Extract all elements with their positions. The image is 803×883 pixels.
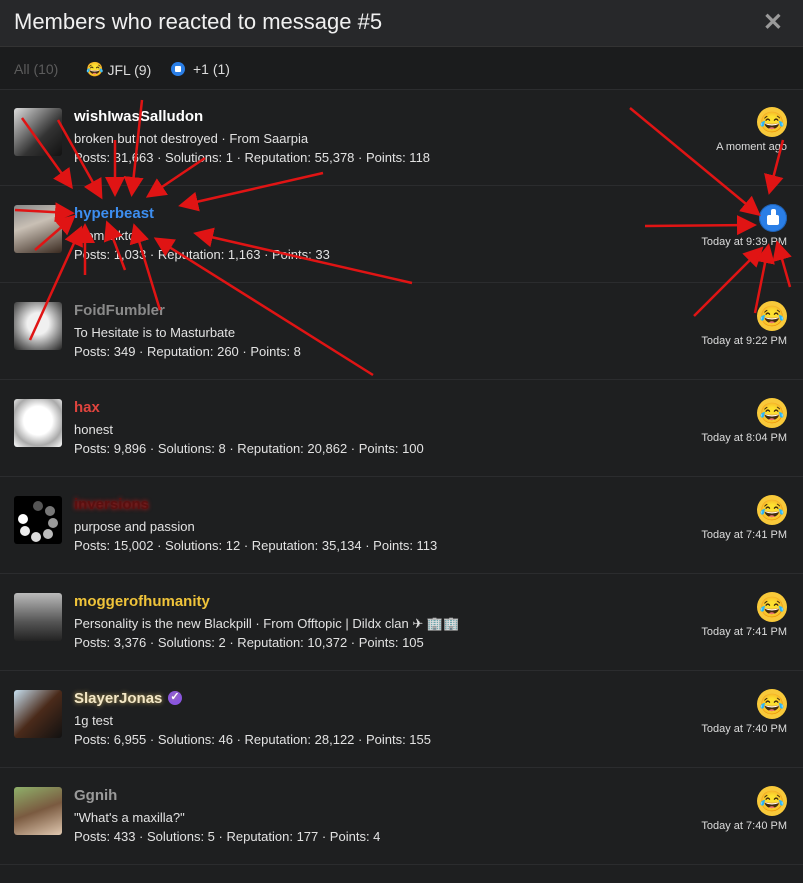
list-item: wishIwasSalludon broken but not destroye…: [0, 89, 803, 186]
user-stats: Posts: 1,033 · Reputation: 1,163 · Point…: [74, 247, 330, 262]
reaction: 😂 Today at 7:41 PM: [701, 592, 787, 638]
avatar[interactable]: [14, 399, 62, 447]
avatar[interactable]: [14, 302, 62, 350]
reaction-time: Today at 7:40 PM: [701, 723, 787, 735]
joy-emoji-icon: 😂: [86, 61, 104, 77]
username-link[interactable]: SlayerJonas: [74, 690, 183, 707]
reaction-time: Today at 7:41 PM: [701, 626, 787, 638]
list-item: hyperbeast From Tiktok Posts: 1,033 · Re…: [0, 186, 803, 283]
reaction: 😂 Today at 8:04 PM: [701, 398, 787, 444]
reaction: 😂 Today at 7:40 PM: [701, 689, 787, 735]
user-tagline: From Tiktok: [74, 228, 142, 243]
tab-jfl-label: JFL (9): [107, 61, 152, 78]
reaction-time: Today at 8:04 PM: [701, 432, 787, 444]
user-stats: Posts: 31,663 · Solutions: 1 · Reputatio…: [74, 150, 431, 165]
avatar[interactable]: [14, 690, 62, 738]
joy-emoji-icon: 😂: [757, 689, 787, 719]
user-tagline: Personality is the new Blackpill · From …: [74, 616, 460, 631]
dialog-header: Members who reacted to message #5 ✕: [0, 0, 803, 47]
reaction: Today at 9:39 PM: [701, 204, 787, 248]
tab-plus-one-label: +1 (1): [193, 61, 230, 77]
reaction: 😂 Today at 9:22 PM: [701, 301, 787, 347]
avatar[interactable]: [14, 108, 62, 156]
list-item: Ggnih "What's a maxilla?" Posts: 433 · S…: [0, 768, 803, 865]
user-tagline: purpose and passion: [74, 519, 195, 534]
tab-all[interactable]: All (10): [14, 61, 58, 77]
username-link[interactable]: inversions: [74, 496, 149, 513]
avatar[interactable]: [14, 496, 62, 544]
reaction-time: Today at 9:22 PM: [701, 335, 787, 347]
list-item: moggerofhumanity Personality is the new …: [0, 574, 803, 671]
user-tagline: 1g test: [74, 713, 114, 728]
user-tagline: To Hesitate is to Masturbate: [74, 325, 236, 340]
avatar[interactable]: [14, 787, 62, 835]
reaction-time: Today at 7:40 PM: [701, 820, 787, 832]
reaction: 😂 Today at 7:40 PM: [701, 786, 787, 832]
user-stats: Posts: 9,896 · Solutions: 8 · Reputation…: [74, 441, 424, 456]
user-stats: Posts: 3,376 · Solutions: 2 · Reputation…: [74, 635, 424, 650]
reaction-time: A moment ago: [716, 141, 787, 153]
username-link[interactable]: wishIwasSalludon: [74, 108, 203, 125]
reaction-time: Today at 9:39 PM: [701, 236, 787, 248]
avatar[interactable]: [14, 593, 62, 641]
dialog-title: Members who reacted to message #5: [14, 9, 383, 34]
username-link[interactable]: FoidFumbler: [74, 302, 165, 319]
user-stats: Posts: 433 · Solutions: 5 · Reputation: …: [74, 829, 381, 844]
reaction: 😂 A moment ago: [716, 107, 787, 153]
reaction-tabs: All (10) 😂 JFL (9) +1 (1): [0, 47, 803, 90]
loading-dots-icon: [18, 501, 58, 542]
member-list: wishIwasSalludon broken but not destroye…: [0, 89, 803, 865]
tab-jfl[interactable]: 😂 JFL (9): [86, 61, 151, 78]
thumbs-up-icon: [171, 62, 185, 76]
joy-emoji-icon: 😂: [757, 495, 787, 525]
joy-emoji-icon: 😂: [757, 592, 787, 622]
username-link[interactable]: hax: [74, 399, 100, 416]
user-tagline: broken but not destroyed · From Saarpia: [74, 131, 309, 146]
list-item: SlayerJonas 1g test Posts: 6,955 · Solut…: [0, 671, 803, 768]
list-item: inversions purpose and passion Posts: 15…: [0, 477, 803, 574]
username-link[interactable]: moggerofhumanity: [74, 593, 210, 610]
user-tagline: "What's a maxilla?": [74, 810, 185, 825]
user-stats: Posts: 6,955 · Solutions: 46 · Reputatio…: [74, 732, 431, 747]
verified-badge-icon: [168, 690, 183, 705]
reaction-time: Today at 7:41 PM: [701, 529, 787, 541]
username-link[interactable]: hyperbeast: [74, 205, 154, 222]
joy-emoji-icon: 😂: [757, 301, 787, 331]
user-stats: Posts: 15,002 · Solutions: 12 · Reputati…: [74, 538, 438, 553]
close-icon[interactable]: ✕: [763, 8, 783, 37]
avatar[interactable]: [14, 205, 62, 253]
joy-emoji-icon: 😂: [757, 786, 787, 816]
list-item: FoidFumbler To Hesitate is to Masturbate…: [0, 283, 803, 380]
thumbs-up-icon: [759, 204, 787, 232]
user-stats: Posts: 349 · Reputation: 260 · Points: 8: [74, 344, 301, 359]
username-link[interactable]: Ggnih: [74, 787, 117, 804]
username-text: SlayerJonas: [74, 690, 163, 707]
reaction: 😂 Today at 7:41 PM: [701, 495, 787, 541]
joy-emoji-icon: 😂: [757, 398, 787, 428]
tab-plus-one[interactable]: +1 (1): [171, 61, 230, 77]
list-item: hax honest Posts: 9,896 · Solutions: 8 ·…: [0, 380, 803, 477]
tab-all-label: All (10): [14, 61, 59, 77]
joy-emoji-icon: 😂: [757, 107, 787, 137]
user-tagline: honest: [74, 422, 114, 437]
